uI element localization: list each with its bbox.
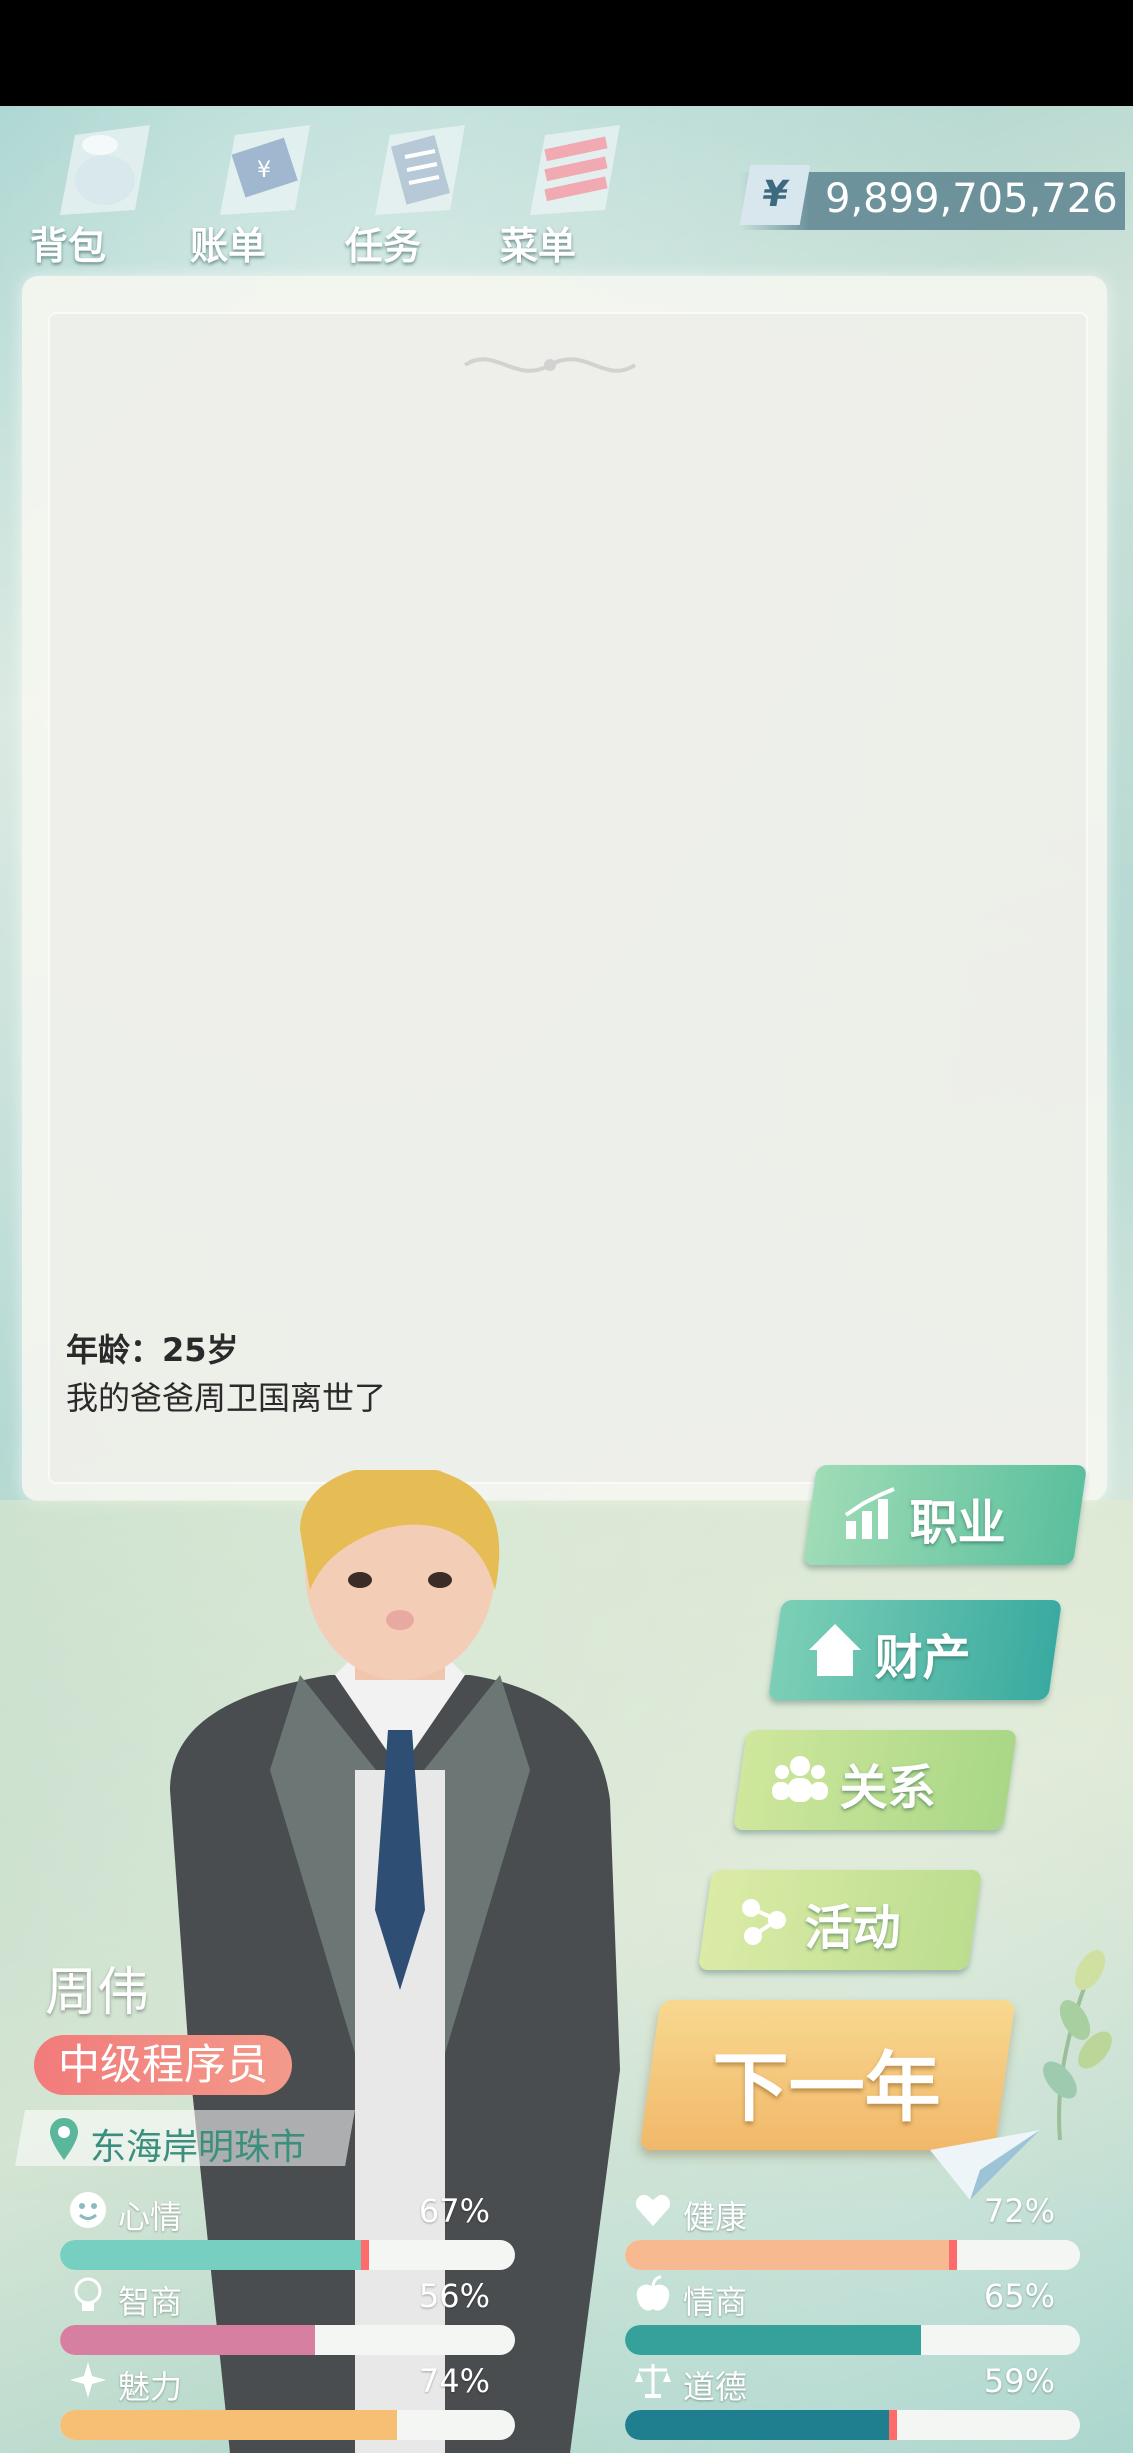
stat-value: 59% <box>983 2362 1055 2400</box>
nav-task-label: 任务 <box>345 224 422 268</box>
yen-icon: ¥ <box>739 165 811 225</box>
stat-marker <box>889 2410 898 2440</box>
stat-marker <box>360 2240 369 2270</box>
stat-label: 心情 <box>118 2198 183 2236</box>
stat-fill <box>625 2410 894 2440</box>
stat-value: 74% <box>418 2362 490 2400</box>
scales-icon <box>635 2364 671 2398</box>
stat-fill <box>60 2410 397 2440</box>
event-log-inner[interactable] <box>48 312 1088 1484</box>
game-screen: { "nav": [ {"label": "背包", "icon": "bag-… <box>0 0 1133 2453</box>
ornament-flourish-icon <box>463 357 637 373</box>
stat-charm: 魅力 74% <box>30 2360 515 2440</box>
stat-label: 道德 <box>683 2368 748 2406</box>
career-label: 职业 <box>909 1495 1006 1551</box>
city-name: 东海岸明珠市 <box>90 2127 307 2168</box>
money-amount: 9,899,705,726 <box>825 176 1118 222</box>
stat-value: 67% <box>418 2192 490 2230</box>
stats-panel: 心情 67% 健康 72% 智商 56% 情商 65% 魅力 74% 道德 59… <box>30 2190 1110 2453</box>
character-name: 周伟 <box>45 1963 150 2023</box>
stat-fill <box>625 2325 921 2355</box>
location-pin-icon <box>50 2118 78 2160</box>
stat-mood: 心情 67% <box>30 2190 515 2270</box>
sparkle-icon <box>70 2362 106 2398</box>
house-icon <box>809 1624 861 1676</box>
task-list-icon <box>375 125 465 215</box>
stat-track <box>60 2410 515 2440</box>
career-chart-icon <box>844 1487 895 1539</box>
smiley-icon <box>70 2192 106 2228</box>
stat-label: 健康 <box>683 2198 748 2236</box>
apple-icon <box>636 2275 670 2311</box>
nav-task-button[interactable]: 任务 <box>345 115 475 268</box>
stat-fill <box>625 2240 953 2270</box>
svg-text:¥: ¥ <box>257 158 271 183</box>
paper-plane-icon <box>930 2130 1040 2200</box>
stat-track <box>60 2240 515 2270</box>
people-icon <box>772 1756 828 1802</box>
status-bar-area <box>0 0 1133 106</box>
stat-marker <box>948 2240 957 2270</box>
activity-label: 活动 <box>804 1900 901 1956</box>
relationship-label: 关系 <box>839 1760 936 1816</box>
stat-eq: 情商 65% <box>595 2275 1080 2355</box>
relationship-button[interactable]: 关系 <box>732 1730 1018 1830</box>
stat-health: 健康 72% <box>595 2190 1080 2270</box>
activity-button[interactable]: 活动 <box>697 1870 983 1970</box>
stat-fill <box>60 2240 365 2270</box>
stat-track <box>625 2325 1080 2355</box>
lightbulb-icon <box>74 2277 102 2311</box>
bag-icon <box>60 125 150 215</box>
bill-icon: ¥ <box>220 125 310 215</box>
nav-menu-button[interactable]: 菜单 <box>500 115 630 268</box>
log-age: 年龄：25岁 <box>66 1331 239 1369</box>
stat-label: 魅力 <box>118 2368 183 2406</box>
leaves-decoration-icon <box>1043 1950 1112 2140</box>
stat-label: 智商 <box>118 2283 183 2321</box>
stat-morality: 道德 59% <box>595 2360 1080 2440</box>
stat-label: 情商 <box>683 2283 748 2321</box>
career-button[interactable]: 职业 <box>802 1465 1088 1565</box>
stat-value: 72% <box>983 2192 1055 2230</box>
nav-bag-label: 背包 <box>30 224 107 268</box>
stat-track <box>625 2240 1080 2270</box>
property-button[interactable]: 财产 <box>767 1600 1063 1700</box>
job-badge: 中级程序员 <box>34 2035 293 2095</box>
nav-bag-button[interactable]: 背包 <box>30 115 160 268</box>
stat-fill <box>60 2325 315 2355</box>
property-label: 财产 <box>874 1630 971 1686</box>
nav-bill-label: 账单 <box>190 224 267 268</box>
menu-icon <box>530 125 620 215</box>
nav-bill-button[interactable]: ¥ 账单 <box>190 115 320 268</box>
stat-value: 65% <box>983 2277 1055 2315</box>
heart-icon <box>635 2194 671 2226</box>
activity-dots-icon <box>742 1899 786 1945</box>
stat-iq: 智商 56% <box>30 2275 515 2355</box>
stat-track <box>625 2410 1080 2440</box>
stat-value: 56% <box>418 2277 490 2315</box>
stat-track <box>60 2325 515 2355</box>
nav-menu-label: 菜单 <box>500 224 577 268</box>
log-event: 我的爸爸周卫国离世了 <box>66 1379 387 1417</box>
